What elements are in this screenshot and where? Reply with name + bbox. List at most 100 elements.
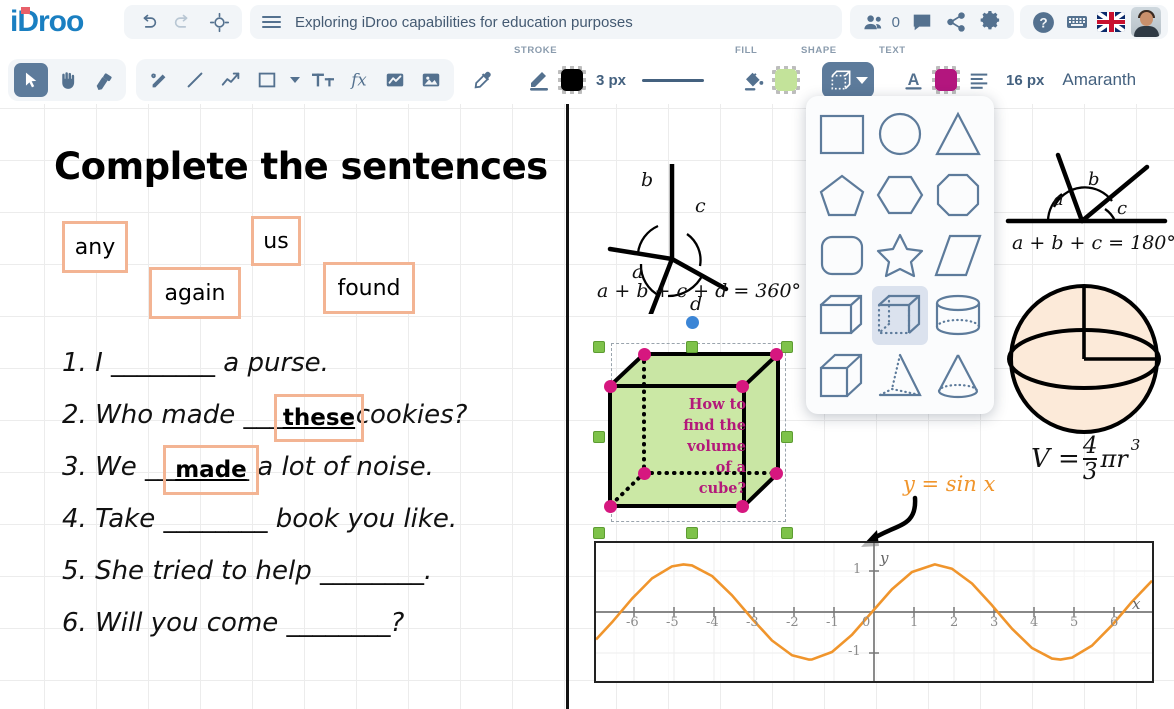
shape-option-rounded-square[interactable]: [814, 226, 870, 284]
vertex-handle[interactable]: [770, 467, 783, 480]
rectangle-dropdown-caret[interactable]: [286, 63, 304, 97]
redo-icon[interactable]: [167, 7, 199, 37]
share-icon[interactable]: [940, 7, 972, 37]
select-arrow-tool[interactable]: [14, 63, 48, 97]
rotate-handle[interactable]: [686, 316, 699, 329]
help-icon[interactable]: ?: [1027, 7, 1059, 37]
sentence-line[interactable]: 2. Who made ________ cookies?: [62, 400, 467, 430]
sphere-volume-formula[interactable]: V = 4 3 πr 3: [1031, 434, 1140, 484]
target-icon[interactable]: [203, 7, 235, 37]
word-bank-item[interactable]: us: [251, 216, 301, 266]
shape-option-triangle[interactable]: [930, 105, 986, 163]
word-bank-item[interactable]: any: [62, 221, 128, 273]
user-avatar[interactable]: [1131, 7, 1161, 37]
undo-icon[interactable]: [131, 7, 163, 37]
word-bank-item[interactable]: found: [323, 262, 415, 314]
gear-icon[interactable]: [974, 7, 1006, 37]
sine-curve-label[interactable]: y = sin x: [903, 472, 995, 496]
shape-option-cube-dotted[interactable]: [872, 286, 928, 345]
svg-text:b: b: [641, 169, 653, 191]
whiteboard-canvas[interactable]: Complete the sentences any us again foun…: [0, 104, 1174, 709]
text-color-swatch[interactable]: [932, 66, 961, 94]
shape-option-pyramid[interactable]: [872, 347, 928, 405]
shape-option-cube[interactable]: [814, 286, 870, 344]
shape-picker-panel[interactable]: [806, 96, 994, 414]
resize-handle-s[interactable]: [686, 527, 698, 539]
graph-tool[interactable]: [378, 63, 412, 97]
shape-option-octagon[interactable]: [930, 165, 986, 223]
shape-option-parallelogram[interactable]: [930, 226, 986, 284]
document-title-bar[interactable]: Exploring iDroo capabilities for educati…: [250, 5, 842, 39]
resize-handle-n[interactable]: [686, 341, 698, 353]
vertex-handle[interactable]: [770, 348, 783, 361]
fill-color-swatch[interactable]: [772, 66, 801, 94]
answer-box[interactable]: these: [274, 394, 364, 442]
vertex-handle[interactable]: [638, 348, 651, 361]
text-tool[interactable]: [306, 63, 340, 97]
shape-option-square[interactable]: [814, 105, 870, 163]
stroke-style-preview[interactable]: [642, 78, 705, 82]
polyline-arrow-tool[interactable]: [214, 63, 248, 97]
page-divider-line: [566, 104, 569, 709]
x-tick-label: 4: [1030, 615, 1039, 630]
x-tick-label: 0: [862, 615, 871, 630]
chat-icon[interactable]: [906, 7, 938, 37]
stroke-pencil-icon[interactable]: [522, 63, 556, 97]
pen-tool[interactable]: [142, 63, 176, 97]
keyboard-icon[interactable]: [1061, 7, 1093, 37]
eraser-tool[interactable]: [86, 63, 120, 97]
answer-box[interactable]: made: [163, 445, 259, 495]
shape-option-pentagon[interactable]: [814, 165, 870, 223]
angle-360-equation[interactable]: a + b + c + d = 360°: [597, 280, 801, 302]
app-logo[interactable]: iDroo: [0, 7, 120, 37]
shape-option-cylinder[interactable]: [930, 286, 986, 344]
selection-tools-group: [8, 59, 126, 101]
resize-handle-nw[interactable]: [593, 341, 605, 353]
vertex-handle[interactable]: [736, 500, 749, 513]
shape-picker-button[interactable]: [822, 62, 875, 98]
sine-graph-box[interactable]: -6 -5 -4 -3 -2 -1 0 1 2 3 4 5 6 1 -1 y x: [594, 541, 1154, 683]
fill-bucket-icon[interactable]: [736, 63, 770, 97]
stroke-color-swatch[interactable]: [558, 66, 586, 94]
pan-hand-tool[interactable]: [50, 63, 84, 97]
sentence-line[interactable]: 5. She tried to help ________.: [62, 556, 432, 586]
text-align-icon[interactable]: [962, 63, 996, 97]
people-icon[interactable]: [858, 7, 890, 37]
shape-option-star[interactable]: [872, 226, 928, 284]
resize-handle-e[interactable]: [781, 431, 793, 443]
vertex-handle[interactable]: [638, 467, 651, 480]
history-controls: [124, 5, 242, 39]
shape-option-hexagon[interactable]: [872, 165, 928, 223]
word-bank-item[interactable]: again: [149, 267, 241, 319]
text-color-icon[interactable]: A: [896, 63, 930, 97]
sentence-line[interactable]: 4. Take ________ book you like.: [62, 504, 457, 534]
vertex-handle[interactable]: [604, 380, 617, 393]
text-size-value[interactable]: 16 px: [998, 72, 1052, 89]
resize-handle-sw[interactable]: [593, 527, 605, 539]
sentence-line[interactable]: 1. I ________ a purse.: [62, 348, 329, 378]
eyedropper-tool[interactable]: [466, 63, 500, 97]
stroke-width-value[interactable]: 3 px: [588, 72, 634, 89]
formula-tool[interactable]: fx: [342, 63, 376, 97]
line-tool[interactable]: [178, 63, 212, 97]
resize-handle-se[interactable]: [781, 527, 793, 539]
rectangle-tool[interactable]: [250, 63, 284, 97]
uk-flag-icon[interactable]: [1095, 7, 1127, 37]
vertex-handle[interactable]: [604, 500, 617, 513]
shape-option-circle[interactable]: [872, 105, 928, 163]
shape-option-cone[interactable]: [930, 347, 986, 405]
sentence-line[interactable]: 6. Will you come ________?: [62, 608, 404, 638]
hamburger-icon[interactable]: [262, 16, 281, 28]
shape-dropdown-caret[interactable]: [856, 76, 869, 84]
cube-note-text[interactable]: How to find the volume of a cube?: [672, 394, 746, 499]
vertex-handle[interactable]: [736, 380, 749, 393]
formula-fraction: 4 3: [1082, 434, 1098, 484]
resize-handle-ne[interactable]: [781, 341, 793, 353]
resize-handle-w[interactable]: [593, 431, 605, 443]
angle-180-equation[interactable]: a + b + c = 180°: [1012, 232, 1174, 254]
text-font-value[interactable]: Amaranth: [1054, 70, 1144, 90]
angle-180-diagram[interactable]: a b c: [1000, 149, 1170, 244]
document-title[interactable]: Exploring iDroo capabilities for educati…: [295, 14, 633, 31]
image-tool[interactable]: [414, 63, 448, 97]
shape-option-cuboid[interactable]: [814, 347, 870, 405]
